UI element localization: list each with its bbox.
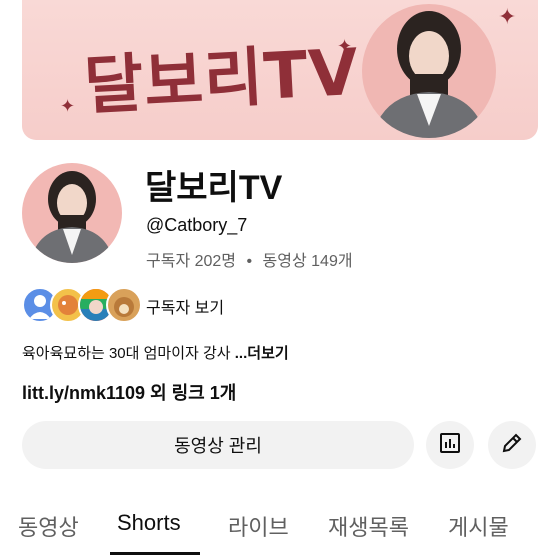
banner-portrait-image: [362, 4, 496, 138]
banner-title: 달보리TV: [82, 35, 361, 125]
sparkle-icon: ✦: [498, 4, 517, 29]
tab-playlists[interactable]: 재생목록: [328, 510, 409, 542]
channel-handle: @Catbory_7: [146, 215, 248, 235]
channel-banner: 달보리TV ✦ ✦ ✦: [22, 0, 538, 140]
tab-shorts[interactable]: Shorts: [117, 510, 181, 536]
manage-videos-button[interactable]: 동영상 관리: [22, 421, 414, 469]
sparkle-icon: ✦: [60, 96, 76, 116]
video-count: 동영상 149개: [262, 253, 353, 270]
channel-description[interactable]: 육아육묘하는 30대 엄마이자 강사 ...더보기: [22, 342, 289, 363]
channel-links[interactable]: litt.ly/nmk1109 외 링크 1개: [22, 379, 236, 405]
analytics-button[interactable]: [426, 421, 474, 469]
subscriber-avatar: [106, 287, 142, 323]
channel-stats: 구독자 202명 • 동영상 149개: [146, 247, 353, 271]
active-tab-indicator: [110, 552, 200, 555]
description-text: 육아육묘하는 30대 엄마이자 강사: [22, 345, 235, 362]
channel-name: 달보리TV: [145, 169, 283, 207]
tab-live[interactable]: 라이브: [228, 510, 289, 542]
more-link[interactable]: ...더보기: [235, 345, 289, 362]
sparkle-icon: ✦: [337, 36, 353, 56]
tab-posts[interactable]: 게시물: [448, 510, 509, 542]
manage-videos-label: 동영상 관리: [174, 436, 262, 456]
bar-chart-icon: [438, 431, 462, 460]
pencil-icon: [500, 431, 524, 460]
subscriber-avatars[interactable]: [22, 287, 142, 323]
edit-channel-button[interactable]: [488, 421, 536, 469]
channel-tabs: 동영상 Shorts 라이브 재생목록 게시물: [0, 498, 560, 560]
view-subscribers-link[interactable]: 구독자 보기: [146, 294, 224, 318]
subscriber-count: 구독자 202명: [146, 253, 237, 270]
channel-avatar[interactable]: [22, 163, 122, 263]
tab-videos[interactable]: 동영상: [18, 510, 79, 542]
separator-dot: •: [246, 253, 253, 270]
